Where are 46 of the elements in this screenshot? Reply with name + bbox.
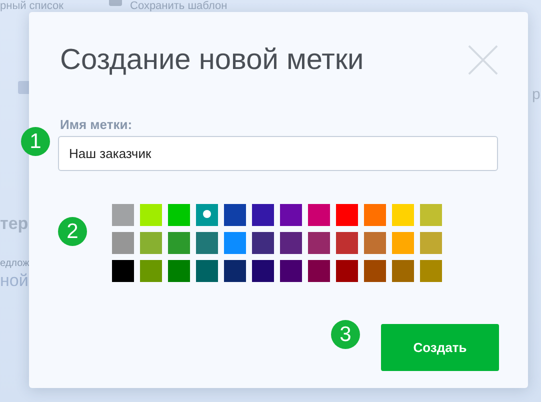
color-swatch[interactable] (308, 260, 330, 282)
color-swatch[interactable] (308, 232, 330, 254)
background-text: ной (0, 271, 28, 291)
color-swatch[interactable] (168, 204, 190, 226)
color-swatch[interactable] (140, 204, 162, 226)
color-swatch[interactable] (224, 204, 246, 226)
step-number-badge: 1 (21, 127, 50, 156)
color-swatch[interactable] (140, 260, 162, 282)
color-swatch[interactable] (168, 260, 190, 282)
color-swatch[interactable] (280, 260, 302, 282)
close-icon[interactable] (468, 45, 498, 75)
selected-dot-icon (203, 210, 211, 218)
color-swatch[interactable] (336, 260, 358, 282)
color-swatch[interactable] (196, 204, 218, 226)
color-swatch[interactable] (392, 232, 414, 254)
color-swatch[interactable] (140, 232, 162, 254)
color-swatch[interactable] (112, 204, 134, 226)
color-swatch[interactable] (252, 232, 274, 254)
dialog-title: Создание новой метки (60, 44, 364, 76)
color-swatch[interactable] (280, 204, 302, 226)
color-swatch[interactable] (336, 232, 358, 254)
color-swatch[interactable] (364, 232, 386, 254)
color-swatch[interactable] (420, 260, 442, 282)
color-swatch[interactable] (420, 204, 442, 226)
color-swatch[interactable] (280, 232, 302, 254)
color-swatch[interactable] (364, 260, 386, 282)
color-swatch[interactable] (308, 204, 330, 226)
color-swatch[interactable] (336, 204, 358, 226)
color-swatch[interactable] (252, 260, 274, 282)
color-swatch[interactable] (112, 232, 134, 254)
color-swatch[interactable] (168, 232, 190, 254)
color-swatch[interactable] (252, 204, 274, 226)
name-input-field[interactable]: Наш заказчик (58, 136, 498, 171)
color-swatch[interactable] (196, 260, 218, 282)
color-swatch[interactable] (196, 232, 218, 254)
color-swatch[interactable] (112, 260, 134, 282)
color-swatch[interactable] (364, 204, 386, 226)
background-text: рный список (0, 0, 64, 12)
color-swatch[interactable] (224, 260, 246, 282)
color-swatch[interactable] (392, 260, 414, 282)
background-text: едлож (0, 258, 30, 269)
color-swatch[interactable] (420, 232, 442, 254)
color-swatch[interactable] (224, 232, 246, 254)
color-swatch[interactable] (392, 204, 414, 226)
field-label: Имя метки: (60, 117, 134, 132)
background-text: Сохранить шаблон (130, 0, 228, 12)
